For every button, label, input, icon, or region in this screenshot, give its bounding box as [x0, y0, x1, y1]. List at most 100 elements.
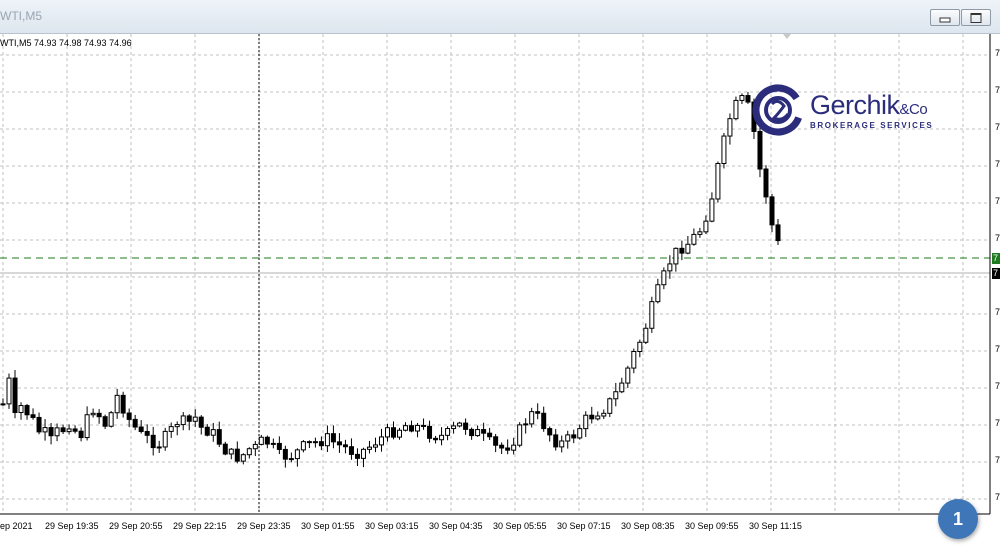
candle-body	[445, 428, 451, 436]
candle-body	[583, 414, 589, 430]
candle-body	[306, 441, 312, 444]
candle-body	[144, 430, 150, 436]
candle-body	[613, 391, 619, 400]
time-tick-label: 30 Sep 04:35	[429, 521, 483, 531]
candle-body	[6, 377, 12, 405]
candle-body	[126, 412, 132, 420]
minimize-icon	[939, 17, 951, 23]
symbol-ohlc-readout: WTI,M5 74.93 74.98 74.93 74.96	[0, 38, 132, 48]
candle-body	[60, 427, 66, 433]
candle-body	[18, 405, 24, 414]
broker-logo-tagline: BROKERAGE SERVICES	[810, 121, 934, 130]
candle-body	[282, 448, 288, 460]
candle-body	[360, 448, 366, 459]
time-tick-label: 29 Sep 20:55	[109, 521, 163, 531]
restore-icon	[970, 12, 982, 23]
candle-body	[577, 428, 583, 439]
candle-body	[258, 436, 264, 445]
candle-body	[475, 429, 481, 437]
candle-body	[372, 444, 378, 448]
candle-body	[318, 441, 324, 447]
candle-body	[709, 198, 715, 222]
candle-body	[114, 394, 120, 414]
candle-body	[619, 382, 625, 393]
candle-body	[312, 441, 318, 444]
candle-body	[715, 162, 721, 200]
candle-body	[156, 446, 162, 449]
step-number-badge: 1	[938, 499, 978, 539]
chart-shift-marker-icon[interactable]	[783, 34, 791, 39]
candle-body	[66, 428, 72, 433]
price-level-label: 7	[992, 253, 1000, 264]
price-tick-label: 7	[995, 418, 1000, 428]
candle-body	[427, 425, 433, 439]
candle-body	[649, 301, 655, 329]
candle-body	[294, 449, 300, 460]
candle-body	[469, 428, 475, 437]
candle-body	[721, 135, 727, 164]
candle-body	[685, 243, 691, 254]
time-tick-label: 29 Sep 23:35	[237, 521, 291, 531]
candle-body	[276, 442, 282, 450]
candle-body	[288, 458, 294, 461]
candle-body	[523, 423, 529, 426]
chart-window: WTI,M5 WTI,M5 74.93 74.98 74.93 74.96 Ge…	[0, 0, 1000, 553]
candle-body	[228, 448, 234, 455]
candle-body	[90, 412, 96, 416]
time-tick-label: 30 Sep 07:15	[557, 521, 611, 531]
candle-body	[168, 426, 174, 432]
candle-body	[559, 440, 565, 448]
candle-body	[517, 424, 523, 446]
time-tick-label: ep 2021	[0, 521, 33, 531]
title-bar[interactable]: WTI,M5	[0, 0, 1000, 34]
candle-body	[42, 427, 48, 433]
candle-body	[120, 394, 126, 414]
candle-body	[138, 426, 144, 432]
candle-body	[757, 130, 763, 170]
candle-body	[348, 446, 354, 455]
candle-body	[745, 95, 751, 103]
candle-body	[264, 436, 270, 445]
candle-body	[240, 454, 246, 462]
candle-body	[330, 433, 336, 443]
candle-body	[451, 425, 457, 430]
candle-body	[601, 412, 607, 417]
broker-logo-name: Gerchik&Co	[810, 90, 928, 120]
candle-body	[102, 416, 108, 427]
candle-body	[655, 284, 661, 303]
candle-body	[48, 427, 54, 437]
candle-body	[36, 416, 42, 433]
candle-body	[739, 95, 745, 101]
candle-body	[763, 168, 769, 198]
candle-body	[192, 416, 198, 422]
time-tick-label: 30 Sep 01:55	[301, 521, 355, 531]
candle-body	[733, 99, 739, 120]
price-tick-label: 7	[995, 196, 1000, 206]
candle-body	[210, 429, 216, 436]
restore-button[interactable]	[961, 9, 991, 26]
candle-body	[108, 412, 114, 427]
candle-body	[366, 446, 372, 450]
candle-body	[354, 453, 360, 459]
price-tick-label: 7	[995, 48, 1000, 58]
candle-body	[96, 412, 102, 418]
price-tick-label: 7	[995, 85, 1000, 95]
candle-body	[24, 405, 30, 416]
broker-logo: Gerchik&Co BROKERAGE SERVICES	[752, 84, 952, 136]
candle-body	[30, 414, 36, 418]
candle-body	[595, 415, 601, 420]
candle-body	[270, 442, 276, 445]
candle-body	[769, 196, 775, 226]
time-tick-label: 29 Sep 22:15	[173, 521, 227, 531]
price-tick-label: 7	[995, 344, 1000, 354]
time-tick-label: 30 Sep 09:55	[685, 521, 739, 531]
price-tick-label: 7	[995, 233, 1000, 243]
candle-body	[565, 434, 571, 442]
candle-body	[300, 441, 306, 451]
price-tick-label: 7	[995, 381, 1000, 391]
price-chart[interactable]: WTI,M5 74.93 74.98 74.93 74.96 Gerchik&C…	[0, 34, 1000, 553]
time-tick-label: 30 Sep 05:55	[493, 521, 547, 531]
candle-body	[216, 429, 222, 445]
minimize-button[interactable]	[930, 9, 960, 26]
price-scale[interactable]: 777777777777777	[992, 34, 1000, 553]
